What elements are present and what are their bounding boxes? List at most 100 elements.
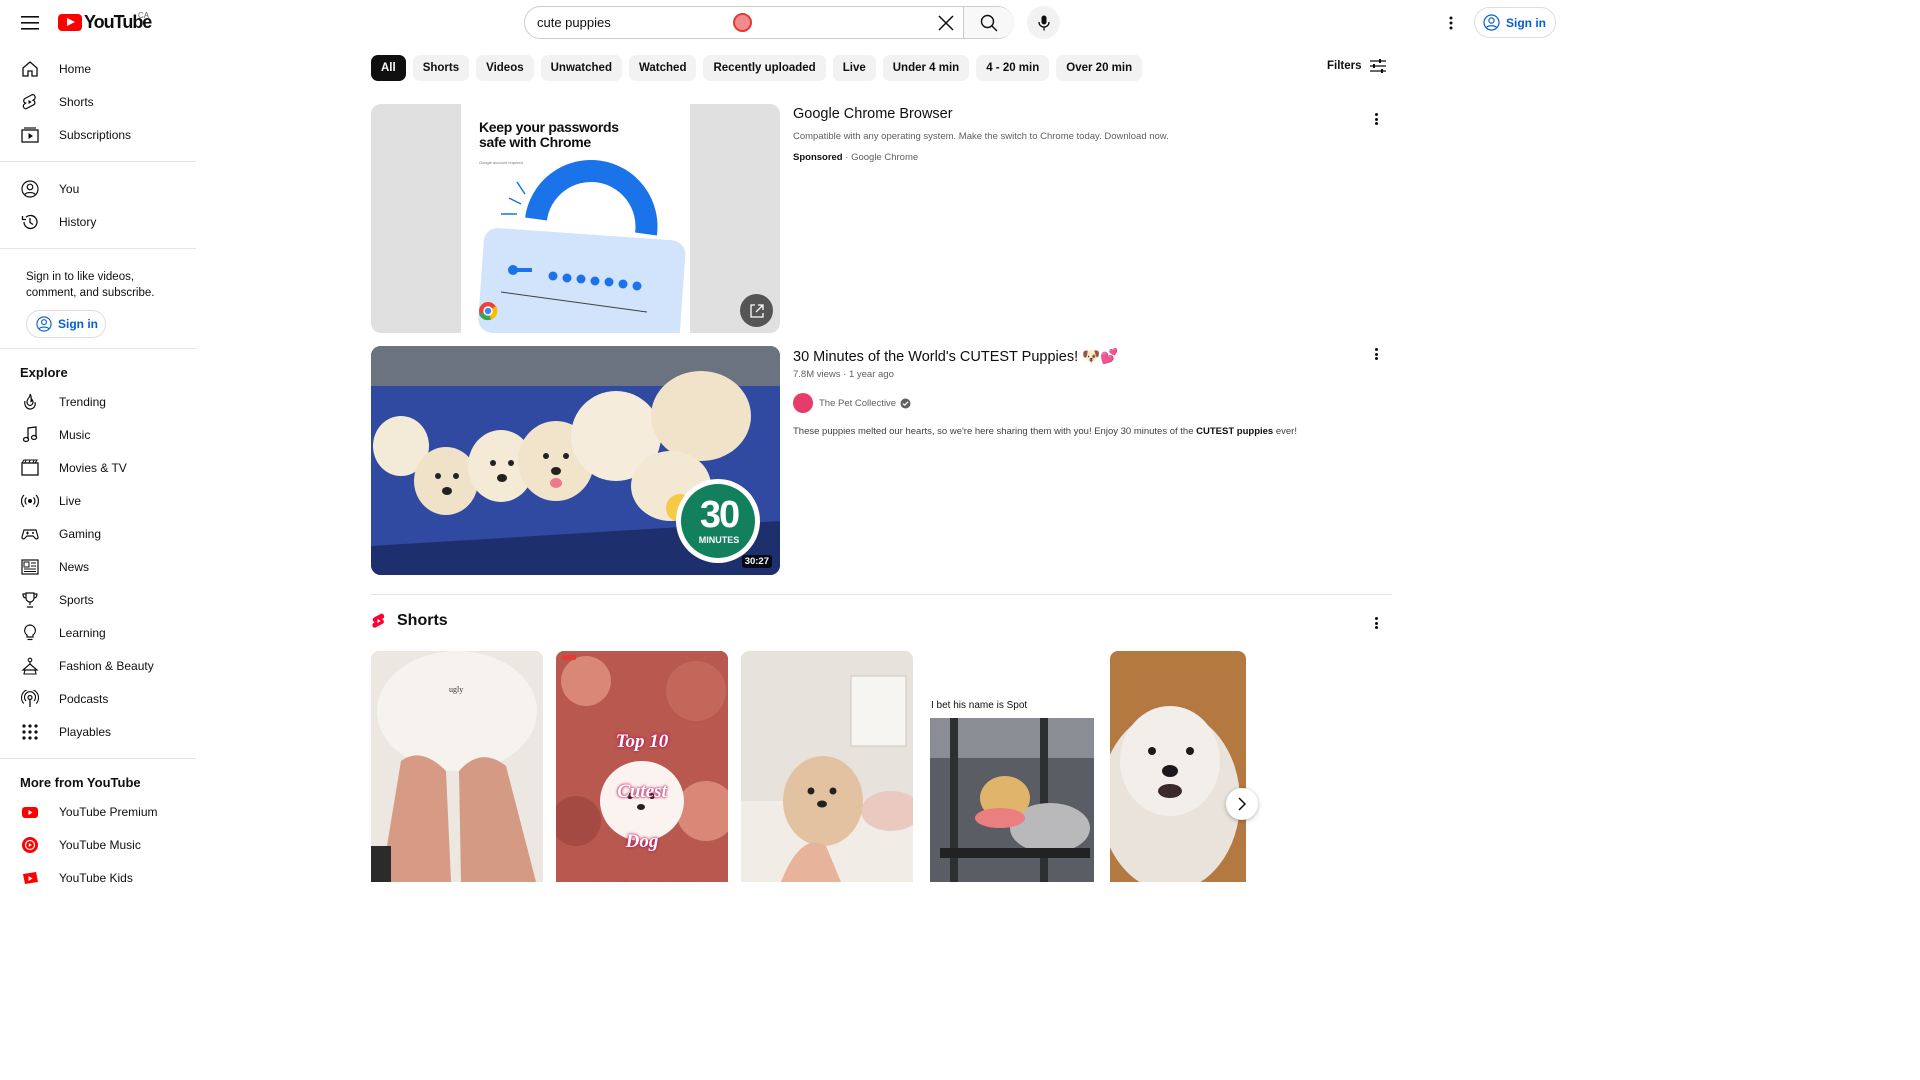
- password-illustration: [478, 160, 686, 333]
- chip-videos[interactable]: Videos: [476, 55, 534, 81]
- chip-over-20-min[interactable]: Over 20 min: [1056, 55, 1143, 81]
- sidebar-item-history[interactable]: History: [0, 205, 196, 238]
- video-description: These puppies melted our hearts, so we'r…: [793, 426, 1297, 437]
- sidebar-item-label: Learning: [59, 625, 106, 640]
- sidebar-item-label: Shorts: [59, 94, 94, 109]
- chip-under-4-min[interactable]: Under 4 min: [882, 55, 970, 81]
- chip-recently-uploaded[interactable]: Recently uploaded: [703, 55, 826, 81]
- sidebar-item-learning[interactable]: Learning: [0, 616, 196, 649]
- sidebar-item-subscriptions[interactable]: Subscriptions: [0, 118, 196, 151]
- sidebar-item-label: Fashion & Beauty: [59, 658, 154, 673]
- sidebar-item-youtube-kids[interactable]: YouTube Kids: [0, 861, 196, 894]
- voice-search-button[interactable]: [1027, 6, 1060, 39]
- upload-age: 1 year ago: [848, 369, 894, 380]
- sidebar-item-label: Movies & TV: [59, 460, 127, 475]
- view-count: 7.8M views: [793, 369, 841, 380]
- sidebar-item-youtube-music[interactable]: YouTube Music: [0, 828, 196, 861]
- shorts-next-button[interactable]: [1226, 788, 1258, 820]
- sidebar-divider: [0, 248, 196, 249]
- history-icon: [20, 212, 40, 232]
- sidebar-item-news[interactable]: News: [0, 550, 196, 583]
- podcasts-icon: [20, 689, 40, 709]
- trending-icon: [20, 392, 40, 412]
- sidebar-item-podcasts[interactable]: Podcasts: [0, 682, 196, 715]
- chip-4-20-min[interactable]: 4 - 20 min: [976, 55, 1050, 81]
- sidebar-item-music[interactable]: Music: [0, 418, 196, 451]
- shorts-icon: [20, 92, 40, 112]
- sidebar-item-shorts[interactable]: Shorts: [0, 85, 196, 118]
- short-card-3[interactable]: [741, 651, 913, 882]
- sidebar-item-sports[interactable]: Sports: [0, 583, 196, 616]
- section-separator: [371, 594, 1392, 595]
- ad-title[interactable]: Google Chrome Browser: [793, 106, 953, 122]
- sidebar-item-gaming[interactable]: Gaming: [0, 517, 196, 550]
- settings-kebab-icon[interactable]: [1442, 13, 1460, 33]
- sidebar-item-movies-tv[interactable]: Movies & TV: [0, 451, 196, 484]
- youtube-premium-icon: [20, 802, 40, 822]
- filters-label: Filters: [1327, 60, 1362, 72]
- video-title[interactable]: 30 Minutes of the World's CUTEST Puppies…: [793, 348, 1118, 365]
- video-thumbnail[interactable]: 30 MINUTES 30:27: [371, 346, 780, 575]
- short-card-4[interactable]: I bet his name is Spot: [926, 651, 1098, 882]
- sidebar-item-home[interactable]: Home: [0, 52, 196, 85]
- sidebar-item-label: Home: [59, 61, 92, 76]
- channel-name[interactable]: The Pet Collective: [819, 398, 896, 409]
- fashion-icon: [20, 656, 40, 676]
- chip-live[interactable]: Live: [832, 55, 876, 81]
- sidebar-item-youtube-premium[interactable]: YouTube Premium: [0, 795, 196, 828]
- search-button[interactable]: [963, 7, 1014, 38]
- shorts-shelf-title: Shorts: [397, 612, 448, 629]
- learning-icon: [20, 623, 40, 643]
- description-text: These puppies melted our hearts, so we'r…: [793, 426, 1197, 437]
- news-icon: [20, 557, 40, 577]
- short-4-caption: I bet his name is Spot: [931, 700, 1028, 711]
- sidebar-item-live[interactable]: Live: [0, 484, 196, 517]
- filter-chips-bar: All Shorts Videos Unwatched Watched Recently …: [371, 55, 1149, 81]
- chip-shorts[interactable]: Shorts: [412, 55, 470, 81]
- sidebar-item-you[interactable]: You: [0, 172, 196, 205]
- sidebar-item-label: Trending: [59, 394, 106, 409]
- shorts-logo-icon: [372, 613, 385, 628]
- ad-thumbnail[interactable]: Keep your passwords safe with Chrome Goo…: [371, 104, 780, 333]
- short-2-line: Cutest: [617, 781, 667, 802]
- chevron-right-icon: [1238, 797, 1247, 811]
- masthead: YouTube CA Sign in: [0, 0, 1568, 46]
- sidebar-item-fashion-beauty[interactable]: Fashion & Beauty: [0, 649, 196, 682]
- description-text-end: ever!: [1273, 426, 1297, 437]
- channel-avatar[interactable]: [793, 393, 813, 413]
- home-icon: [20, 59, 40, 79]
- video-more-options-icon[interactable]: [1368, 345, 1384, 363]
- clear-search-icon[interactable]: [931, 8, 961, 38]
- short-card-5[interactable]: [1110, 651, 1246, 882]
- sidebar-item-playables[interactable]: Playables: [0, 715, 196, 748]
- shorts-more-options-icon[interactable]: [1368, 614, 1384, 632]
- filters-button[interactable]: Filters: [1327, 59, 1386, 73]
- advertiser-name[interactable]: Google Chrome: [851, 152, 918, 163]
- verified-badge-icon: [900, 398, 911, 408]
- short-card-1[interactable]: ugly: [371, 651, 543, 882]
- sign-in-button[interactable]: Sign in: [1474, 7, 1556, 38]
- chip-unwatched[interactable]: Unwatched: [540, 55, 622, 81]
- explore-heading: Explore: [20, 364, 68, 380]
- explore-list: Trending Music Movies & TV Live Gaming News Sp…: [0, 385, 196, 748]
- external-link-icon: [749, 303, 764, 318]
- chip-all[interactable]: All: [371, 55, 406, 81]
- youtube-kids-icon: [20, 868, 40, 888]
- short-thumbnail-3: [741, 651, 913, 882]
- menu-icon[interactable]: [18, 11, 42, 35]
- account-icon: [36, 316, 52, 332]
- channel-row[interactable]: The Pet Collective: [793, 393, 911, 413]
- thirty-minutes-badge-text: MINUTES: [698, 535, 740, 545]
- sidebar-divider: [0, 161, 196, 162]
- sidebar-item-label: Playables: [59, 724, 112, 739]
- short-card-2[interactable]: Top 10 Cutest Dog In the World: [556, 651, 728, 882]
- sidebar-sign-in-button[interactable]: Sign in: [26, 310, 106, 338]
- search-input[interactable]: [537, 7, 917, 38]
- live-icon: [20, 491, 40, 511]
- chip-watched[interactable]: Watched: [628, 55, 697, 81]
- sidebar-divider: [0, 348, 196, 349]
- subscriptions-icon: [20, 125, 40, 145]
- ad-more-options-icon[interactable]: [1368, 110, 1384, 128]
- sidebar-item-trending[interactable]: Trending: [0, 385, 196, 418]
- open-external-button[interactable]: [740, 294, 773, 327]
